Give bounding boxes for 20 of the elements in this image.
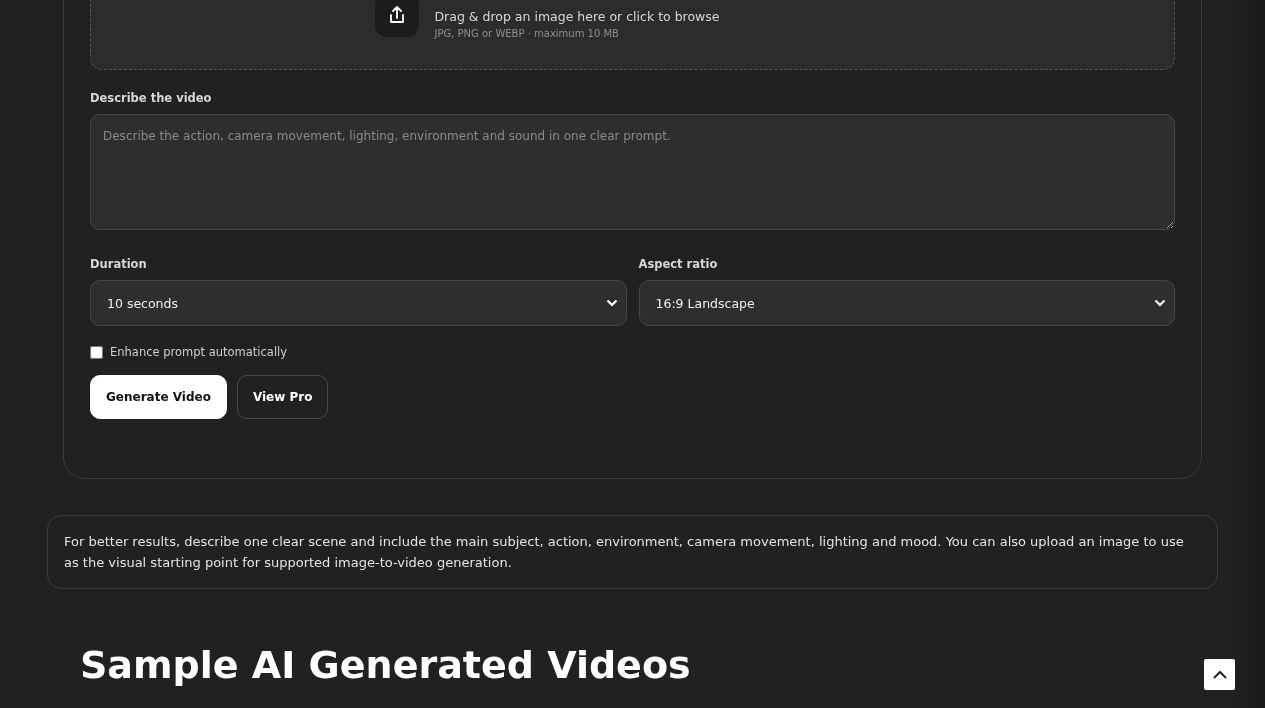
field-label: Aspect ratio <box>638 257 719 271</box>
secondary-button[interactable]: View Pro <box>236 375 329 419</box>
section-heading: Sample AI Generated Videos <box>80 642 692 689</box>
chevron-down-icon <box>1154 299 1166 307</box>
upload-hint: Drag & drop an image here or click to browse <box>434 9 720 24</box>
checkbox-label: Enhance prompt automatically <box>110 345 288 359</box>
chevron-up-icon <box>1211 669 1228 680</box>
upload-icon <box>375 0 420 37</box>
select-field[interactable]: 10 seconds <box>90 280 627 326</box>
chevron-down-icon <box>605 299 618 307</box>
tip-text: For better results, describe one clear scene and include the main subject, action, environment, camera movement, lighting and mood. You can also upload an image to use as the visual starting point for supported image-to-video generation. <box>47 515 1218 589</box>
upload-dropzone[interactable]: Drag & drop an image here or click to browse JPG, PNG or WEBP · maximum 10 MB <box>90 0 1175 70</box>
back-to-top-button[interactable] <box>1204 659 1235 690</box>
field-label: Describe the video <box>90 91 213 105</box>
upload-formats: JPG, PNG or WEBP · maximum 10 MB <box>434 28 620 39</box>
checkbox[interactable] <box>90 345 103 359</box>
select-field[interactable]: 16:9 Landscape <box>638 280 1175 326</box>
prompt-field[interactable]: Describe the action, camera movement, lighting, environment and sound in one clear prompt. <box>90 114 1175 230</box>
generate-button[interactable]: Generate Video <box>90 375 227 419</box>
field-label: Duration <box>90 257 148 271</box>
